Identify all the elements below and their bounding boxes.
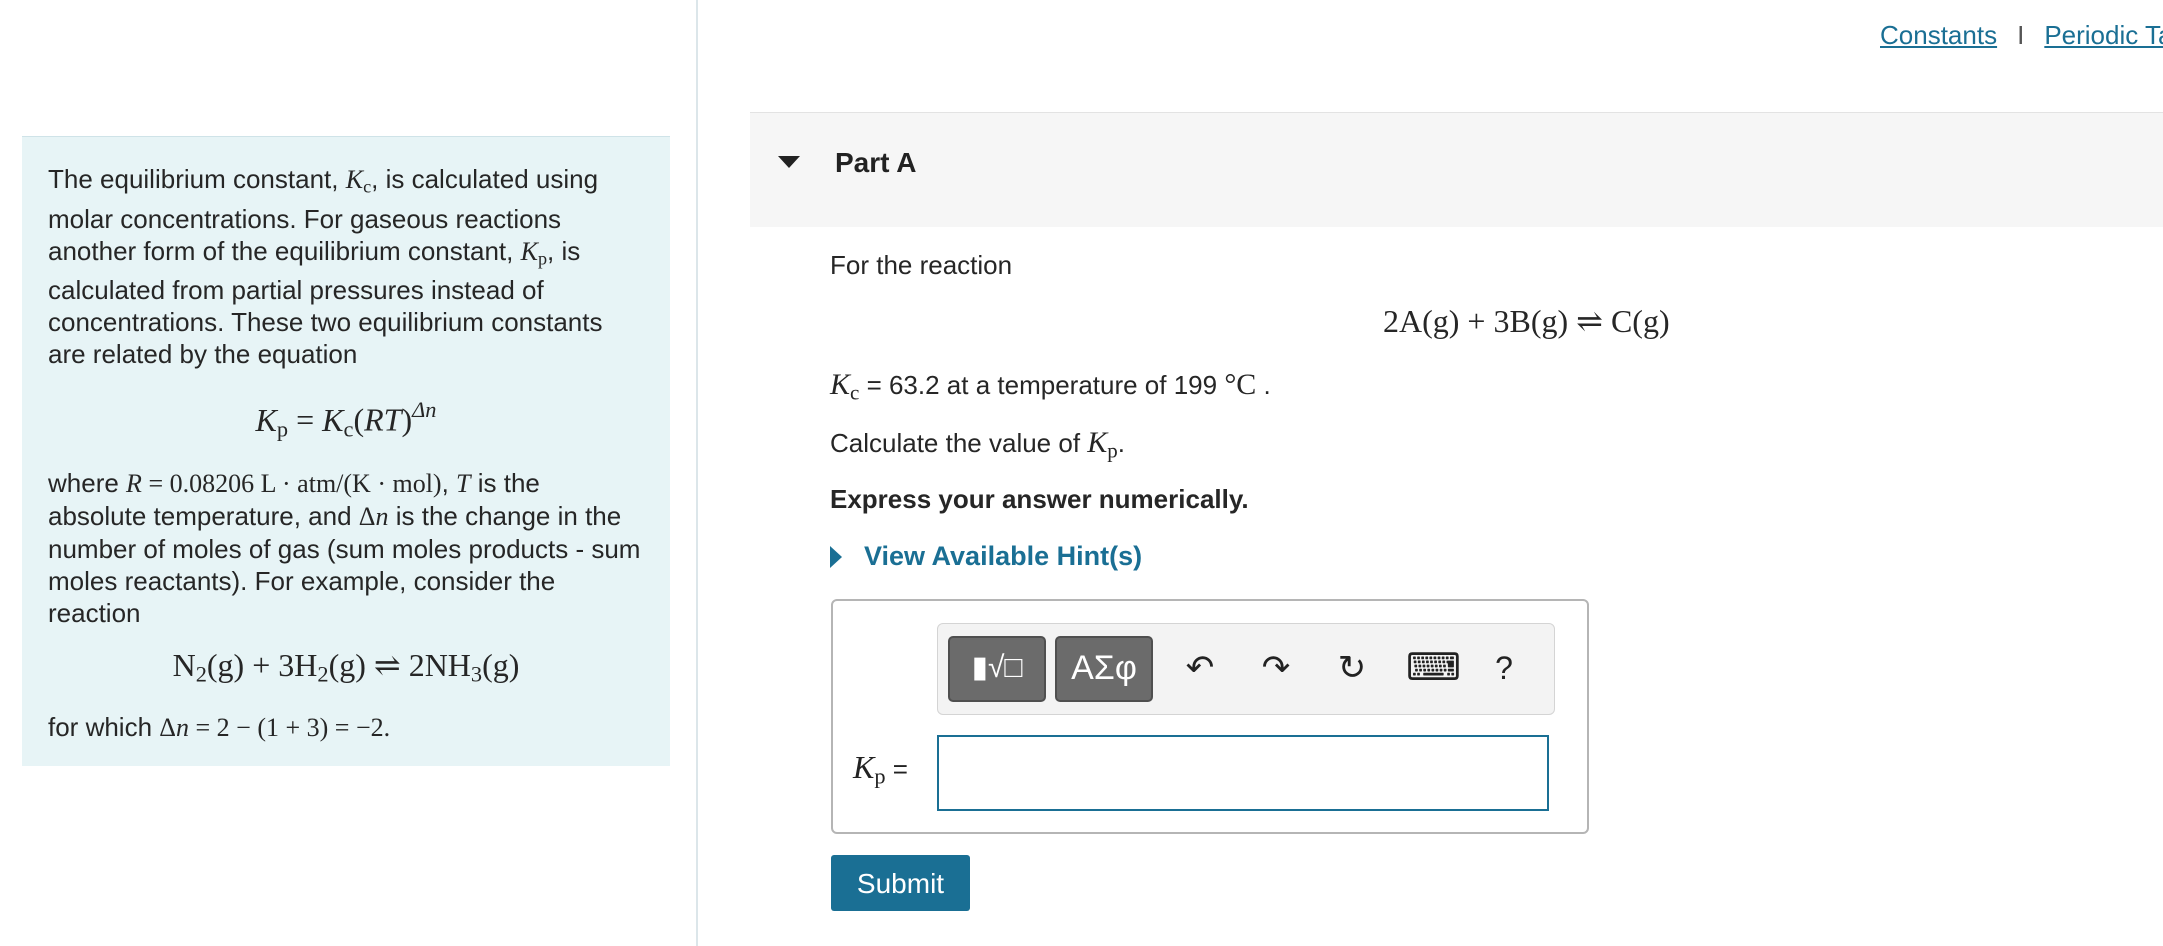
keyboard-icon[interactable]: ⌨ <box>1406 646 1461 690</box>
constants-link[interactable]: Constants <box>1880 20 1997 50</box>
answer-box: ▮√□ ΑΣφ ↶ ↷ ↻ ⌨ ? Kp = <box>831 599 1589 834</box>
redo-icon[interactable]: ↷ <box>1254 646 1298 690</box>
part-a-header[interactable]: Part A <box>750 112 2163 227</box>
submit-button[interactable]: Submit <box>831 855 970 911</box>
intro-paragraph-3: for which Δn = 2 − (1 + 3) = −2. <box>48 711 391 742</box>
symbols-button[interactable]: ΑΣφ <box>1055 636 1153 702</box>
intro-paragraph-2: where R = 0.08206 L · atm/(K · mol), T i… <box>48 468 641 629</box>
intro-panel: The equilibrium constant, Kc, is calcula… <box>22 136 670 766</box>
periodic-table-link[interactable]: Periodic Ta <box>2044 20 2163 50</box>
kp-kc-equation: Kp = Kc(RT)Δn <box>255 397 437 442</box>
answer-label: Kp = <box>853 749 908 789</box>
intro-paragraph-1: The equilibrium constant, Kc, is calcula… <box>48 164 603 370</box>
link-separator: I <box>2017 20 2025 50</box>
example-reaction: N2(g) + 3H2(g) ⇌ 2NH3(g) <box>172 647 520 687</box>
caret-right-icon <box>830 546 842 568</box>
express-instruction: Express your answer numerically. <box>830 484 1249 514</box>
panel-divider <box>696 0 698 946</box>
math-toolbar: ▮√□ ΑΣφ ↶ ↷ ↻ ⌨ ? <box>937 623 1555 715</box>
help-icon[interactable]: ? <box>1482 646 1526 690</box>
answer-input[interactable] <box>937 735 1549 811</box>
top-links: Constants I Periodic Ta <box>1880 20 2163 51</box>
problem-reaction: 2A(g) + 3B(g) ⇌ C(g) <box>1383 303 1670 339</box>
calculate-statement: Calculate the value of Kp. <box>830 426 1126 463</box>
for-reaction-text: For the reaction <box>830 250 1013 280</box>
part-title: Part A <box>835 147 917 178</box>
chevron-down-icon[interactable] <box>778 156 800 168</box>
view-hints-link[interactable]: View Available Hint(s) <box>830 541 1142 572</box>
templates-button[interactable]: ▮√□ <box>948 636 1046 702</box>
reset-icon[interactable]: ↻ <box>1330 646 1374 690</box>
kc-statement: Kc = 63.2 at a temperature of 199 °C . <box>830 368 1271 405</box>
undo-icon[interactable]: ↶ <box>1178 646 1222 690</box>
